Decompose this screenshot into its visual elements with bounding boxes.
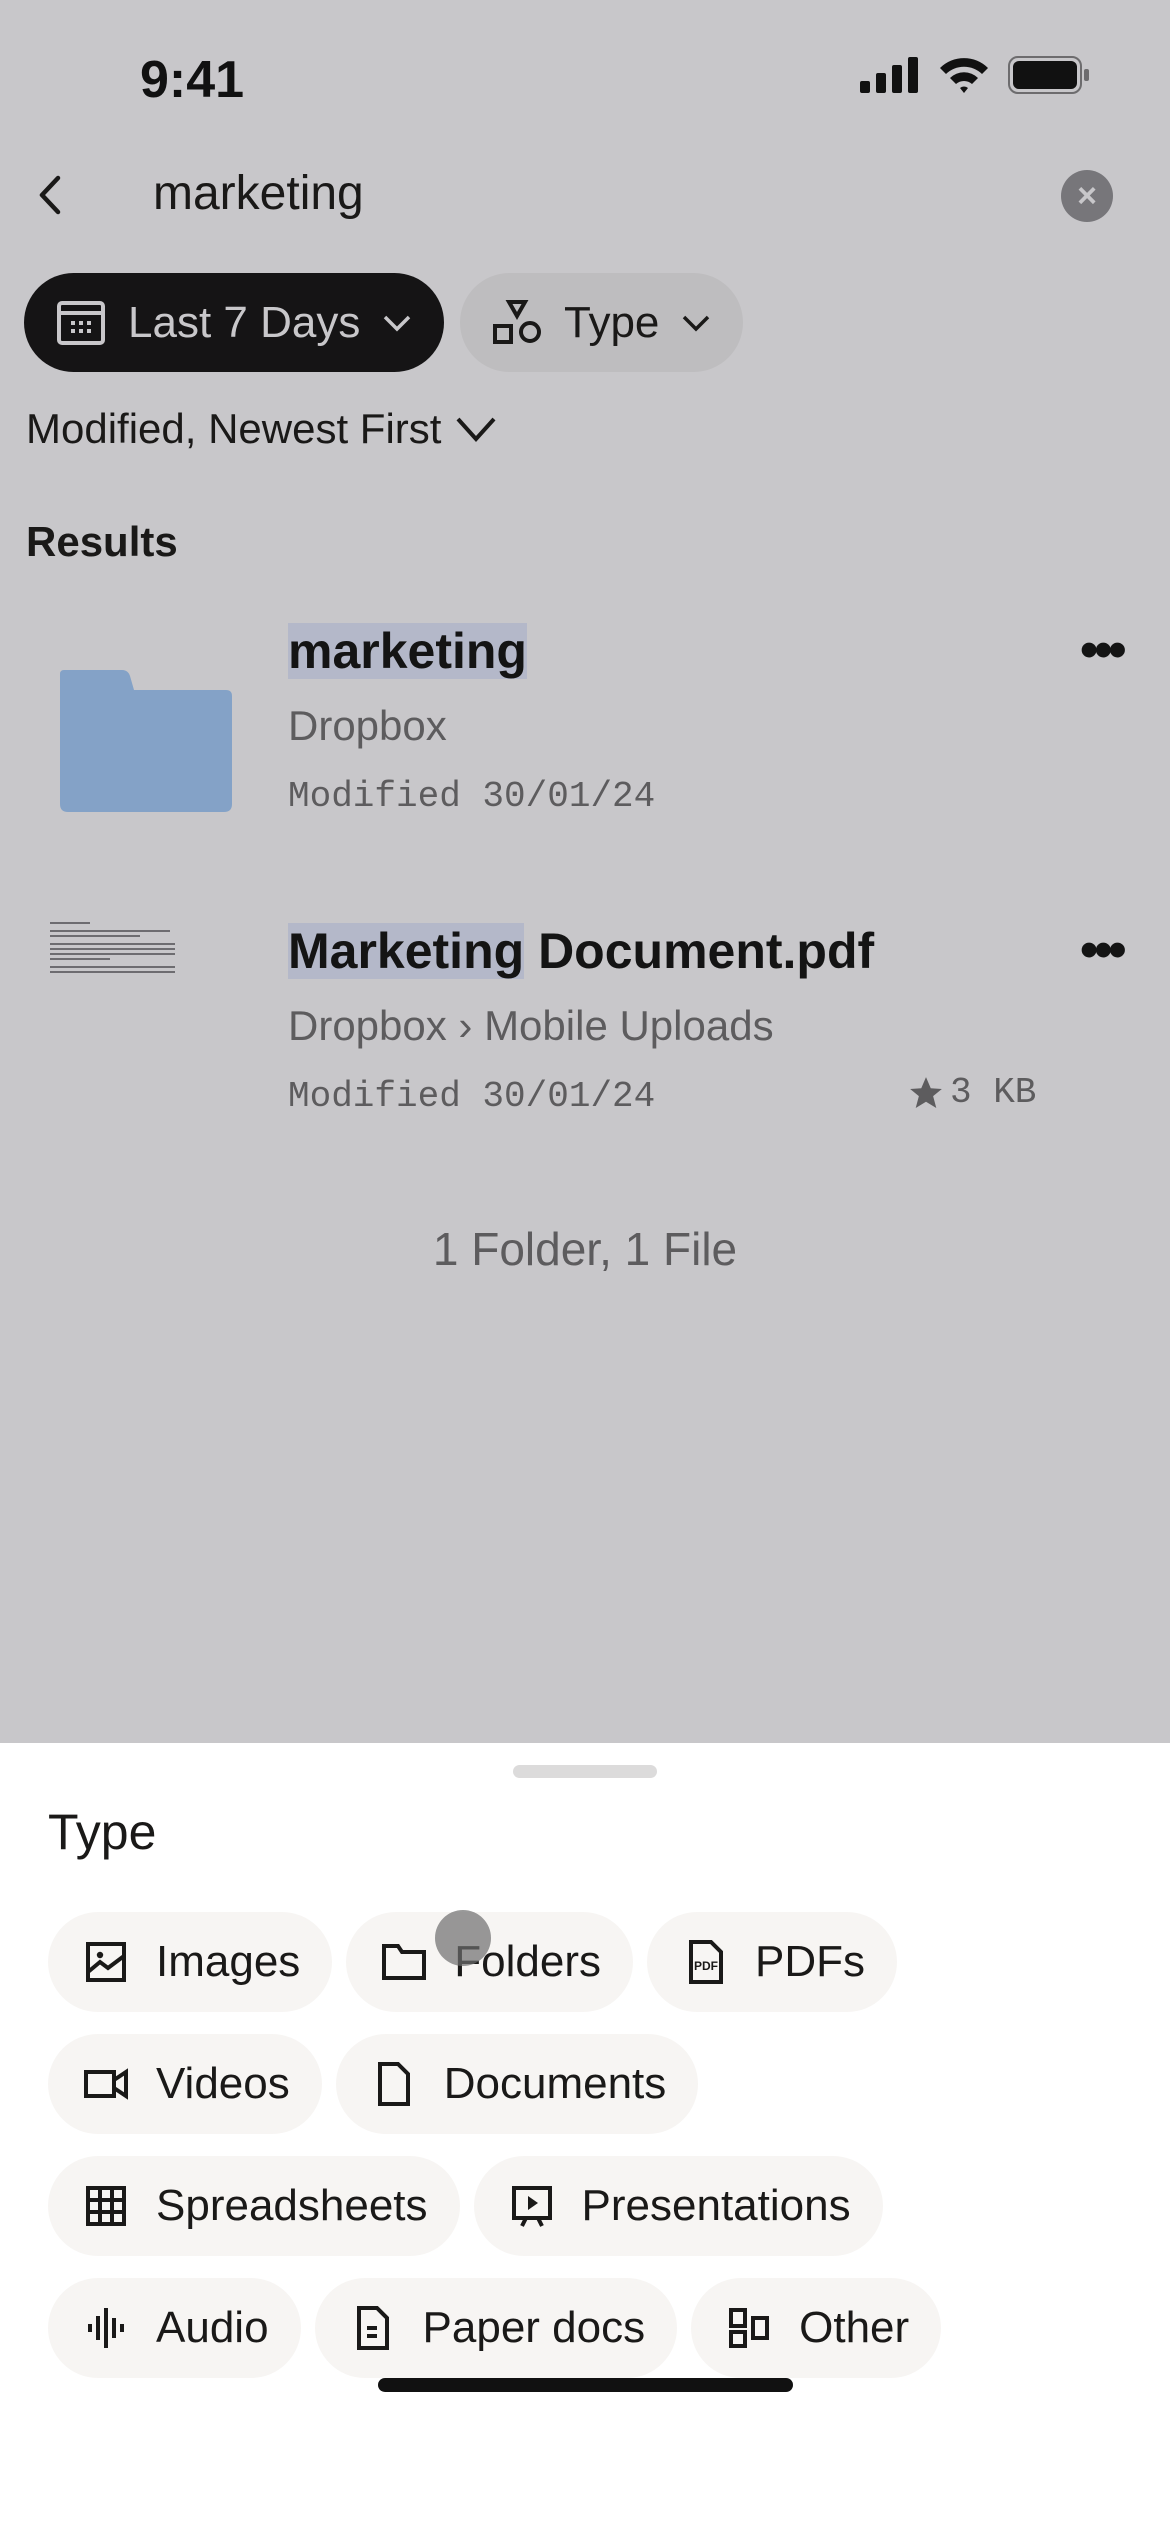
type-option-videos[interactable]: Videos: [48, 2034, 322, 2134]
folder-icon: [382, 1944, 427, 1980]
type-option-spreadsheets[interactable]: Spreadsheets: [48, 2156, 460, 2256]
date-filter-label: Last 7 Days: [128, 297, 361, 347]
option-label: Images: [156, 1937, 301, 1986]
signal-icon: [860, 57, 918, 93]
type-option-other[interactable]: Other: [691, 2278, 942, 2378]
wifi-icon: [940, 58, 988, 93]
status-icons: [860, 56, 1090, 94]
result-row-file[interactable]: Marketing Document.pdf Dropbox › Mobile …: [0, 900, 1170, 1140]
sort-label: Modified, Newest First: [26, 405, 442, 452]
title-highlight: marketing: [288, 623, 527, 679]
image-icon: [86, 1942, 126, 1982]
chevron-down-icon: [683, 315, 710, 331]
option-label: PDFs: [755, 1937, 866, 1986]
sheet-title: Type: [48, 1804, 157, 1860]
shapes-icon: [493, 299, 541, 344]
status-time: 9:41: [140, 51, 245, 109]
result-size: 3 KB: [906, 1072, 1036, 1113]
more-options-icon[interactable]: •••: [1080, 620, 1127, 680]
battery-icon: [1008, 56, 1089, 94]
type-option-images[interactable]: Images: [48, 1912, 333, 2012]
chevron-down-icon: [456, 417, 496, 442]
option-label: Documents: [443, 2059, 667, 2108]
pdf-icon: PDF: [689, 1940, 724, 1984]
type-option-documents[interactable]: Documents: [335, 2034, 699, 2134]
title-rest: Document.pdf: [524, 923, 875, 979]
result-title: Marketing Document.pdf: [288, 922, 874, 980]
type-options: Images Folders PDF PDFs Videos Documents …: [48, 1912, 1128, 2378]
results-heading: Results: [26, 518, 178, 565]
type-filter-chip[interactable]: Type: [460, 273, 744, 372]
more-options-icon[interactable]: •••: [1080, 920, 1127, 980]
svg-text:PDF: PDF: [694, 1959, 718, 1973]
audio-icon: [88, 2308, 124, 2348]
option-label: Presentations: [581, 2181, 851, 2230]
option-label: Other: [799, 2303, 910, 2352]
type-filter-label: Type: [564, 297, 660, 347]
other-icon: [729, 2308, 770, 2348]
calendar-icon: [57, 300, 105, 345]
folder-icon: [60, 670, 232, 812]
video-icon: [84, 2068, 128, 2100]
touch-indicator: [435, 1910, 491, 1966]
chevron-down-icon: [384, 315, 411, 331]
results-summary: 1 Folder, 1 File: [432, 1223, 738, 1275]
search-input[interactable]: marketing: [153, 166, 364, 221]
option-label: Spreadsheets: [156, 2181, 428, 2230]
type-option-folders[interactable]: Folders: [346, 1912, 634, 2012]
file-size: 3 KB: [950, 1072, 1037, 1113]
result-modified: Modified 30/01/24: [288, 1076, 656, 1117]
result-location: Dropbox › Mobile Uploads: [288, 1002, 774, 1049]
option-label: Videos: [156, 2059, 290, 2108]
result-row-folder[interactable]: marketing Dropbox Modified 30/01/24 •••: [0, 600, 1170, 840]
option-label: Paper docs: [422, 2303, 646, 2352]
type-option-paper-docs[interactable]: Paper docs: [314, 2278, 678, 2378]
back-chevron-icon[interactable]: [26, 170, 76, 220]
clear-search-button[interactable]: ×: [1061, 170, 1113, 222]
sort-dropdown[interactable]: Modified, Newest First: [26, 405, 497, 453]
star-icon: [910, 1076, 942, 1108]
result-location: Dropbox: [288, 702, 447, 749]
type-option-presentations[interactable]: Presentations: [473, 2156, 883, 2256]
result-modified: Modified 30/01/24: [288, 776, 656, 817]
paper-doc-icon: [356, 2306, 389, 2350]
home-indicator[interactable]: [378, 2378, 793, 2392]
result-title: marketing: [288, 622, 527, 680]
presentation-icon: [511, 2186, 552, 2227]
spreadsheet-icon: [86, 2186, 126, 2226]
date-filter-chip[interactable]: Last 7 Days: [24, 273, 445, 372]
title-highlight: Marketing: [288, 923, 525, 979]
document-icon: [377, 2062, 410, 2106]
type-option-pdfs[interactable]: PDF PDFs: [647, 1912, 898, 2012]
sheet-drag-handle[interactable]: [513, 1765, 657, 1778]
type-option-audio[interactable]: Audio: [48, 2278, 301, 2378]
option-label: Audio: [156, 2303, 269, 2352]
pdf-thumbnail: [50, 922, 175, 973]
